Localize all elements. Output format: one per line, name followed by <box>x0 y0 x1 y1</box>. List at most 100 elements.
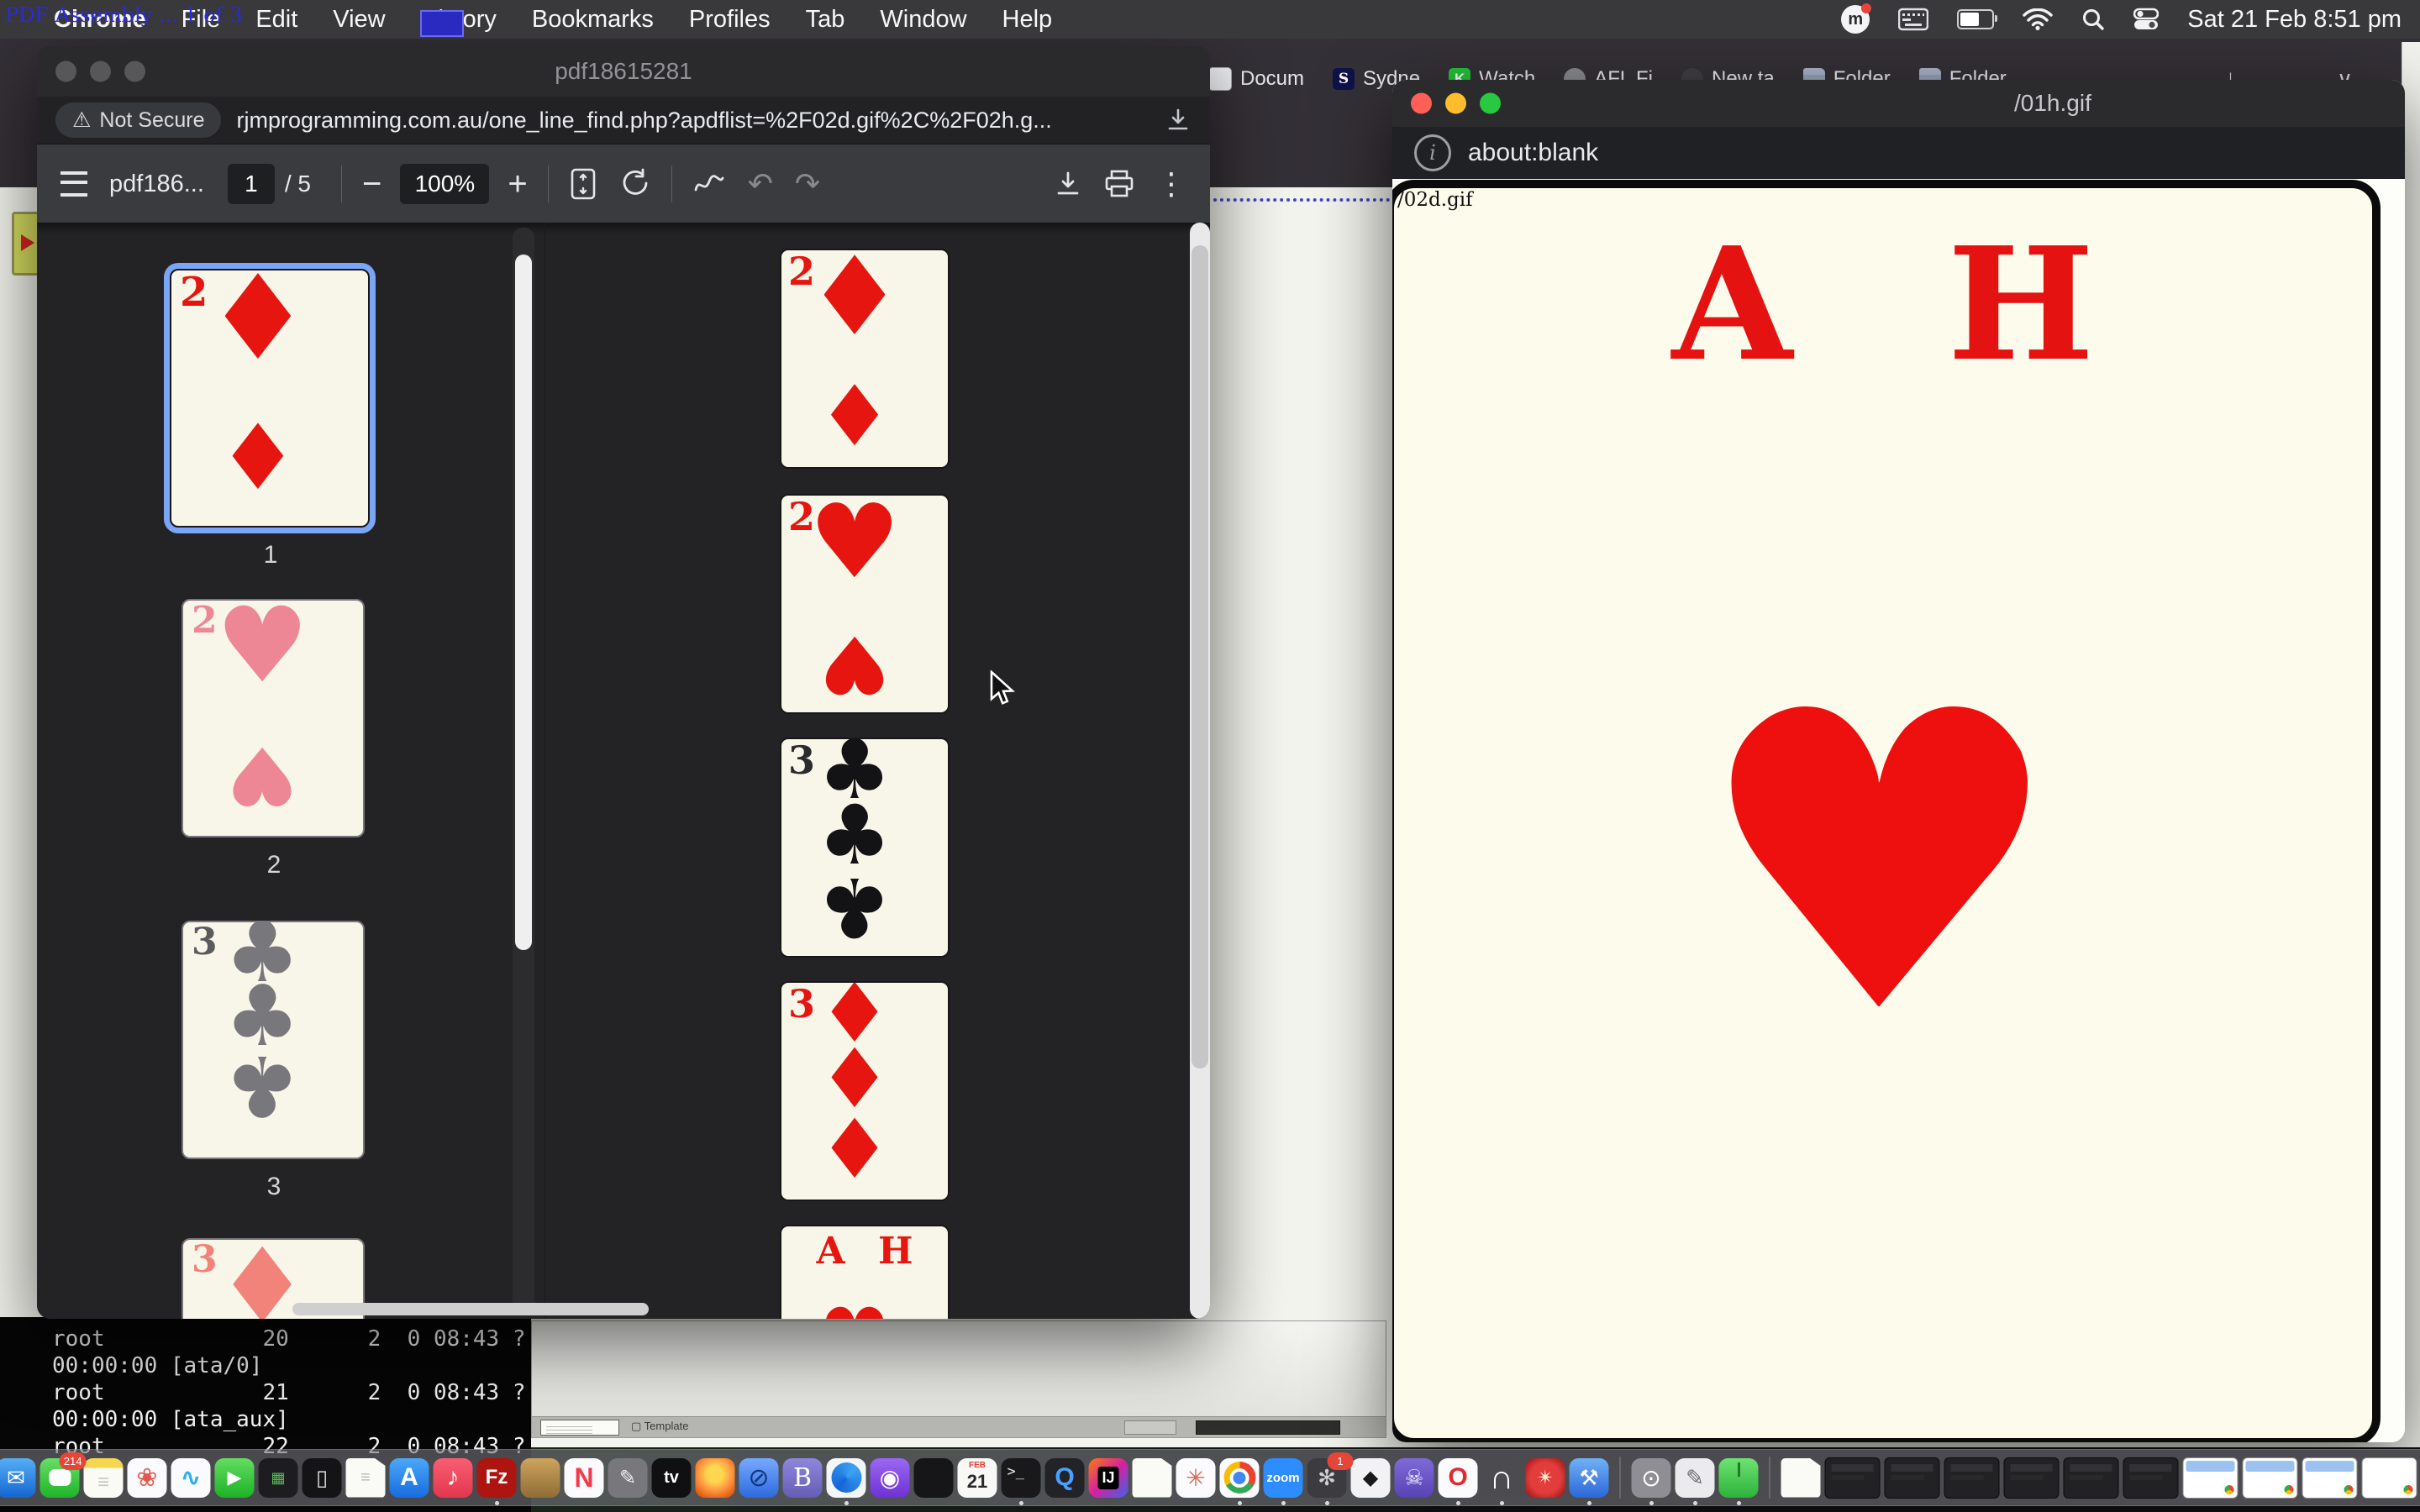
textedit[interactable]: ≡ <box>346 1458 386 1498</box>
archive-file[interactable] <box>1781 1458 1821 1498</box>
url-text[interactable]: about:blank <box>1468 139 1598 167</box>
notes[interactable]: ≡ <box>84 1458 124 1498</box>
app-store[interactable]: A <box>390 1458 429 1498</box>
app-blocked[interactable]: ⊘ <box>739 1458 779 1498</box>
firefox[interactable] <box>696 1458 735 1498</box>
undo-icon[interactable]: ↶ <box>748 166 773 202</box>
menubar-clock[interactable]: Sat 21 Feb 8:51 pm <box>2187 6 2402 34</box>
spotlight-search-icon[interactable] <box>2081 8 2105 31</box>
menu-item[interactable]: Window <box>880 6 966 34</box>
minimized-window[interactable] <box>2064 1457 2119 1499</box>
menu-item[interactable]: Edit <box>255 6 297 34</box>
menu-item[interactable]: Help <box>1002 6 1053 34</box>
menu-item[interactable]: View <box>333 6 385 34</box>
main-scrollbar-thumb[interactable] <box>1192 245 1208 1068</box>
print-icon[interactable] <box>1104 170 1134 198</box>
image-window-titlebar[interactable]: /01h.gif <box>1392 80 2405 127</box>
not-secure-badge[interactable]: ⚠ Not Secure <box>55 102 221 138</box>
fit-page-icon[interactable] <box>569 167 597 201</box>
minimized-window[interactable] <box>1944 1457 2000 1499</box>
utility-dark[interactable]: ▦ <box>259 1458 298 1498</box>
poker-app[interactable]: ✴ <box>1526 1458 1565 1498</box>
horizontal-scrollbar[interactable] <box>292 1303 649 1315</box>
minimized-window[interactable] <box>1825 1457 1881 1499</box>
pdf-thumbnail[interactable]: 3 ♣♣♣ 3 <box>182 921 366 1201</box>
pdf-thumbnail[interactable]: 2 ♦♦ 1 <box>170 269 371 570</box>
zoom-out-button[interactable]: − <box>362 167 381 201</box>
purple-app[interactable]: ☠ <box>1395 1458 1434 1498</box>
taskbar-button[interactable] <box>1124 1420 1176 1435</box>
iphone-mirroring[interactable]: ▯ <box>302 1458 342 1498</box>
battery-icon[interactable] <box>1957 9 1994 29</box>
zoom[interactable]: zoom <box>1264 1458 1303 1498</box>
download-pdf-icon[interactable] <box>1054 170 1082 198</box>
minimized-window[interactable] <box>2004 1457 2060 1499</box>
annotate-icon[interactable] <box>692 170 726 198</box>
mamp[interactable]: ∩ <box>1482 1458 1522 1498</box>
photos[interactable]: ❀ <box>128 1458 167 1498</box>
control-center-icon[interactable] <box>2133 8 2159 31</box>
stylus-notes[interactable]: ✎ <box>1676 1458 1715 1498</box>
more-options-icon[interactable]: ⋮ <box>1156 166 1186 202</box>
window-controls[interactable] <box>1411 93 1501 114</box>
taskbar-window-button[interactable] <box>540 1420 619 1436</box>
news[interactable]: N <box>565 1458 604 1498</box>
menu-icon[interactable] <box>60 171 87 197</box>
safari[interactable] <box>827 1458 866 1498</box>
menu-item[interactable]: Tab <box>806 6 845 34</box>
filezilla[interactable]: Fz <box>477 1458 517 1498</box>
intellij[interactable]: IJ <box>1089 1458 1128 1498</box>
minimized-window[interactable] <box>1885 1457 1940 1499</box>
apple-tv[interactable]: tv <box>652 1458 692 1498</box>
zoom-level[interactable]: 100% <box>400 164 489 204</box>
rotate-icon[interactable] <box>619 168 651 200</box>
paint[interactable]: ✳ <box>1176 1458 1216 1498</box>
messages[interactable]: 214 <box>40 1458 80 1498</box>
freeform[interactable]: ∿ <box>171 1458 211 1498</box>
minimized-chrome-window[interactable] <box>2362 1457 2417 1499</box>
page-number-input[interactable]: 1 <box>228 164 275 204</box>
inkscape[interactable]: ◆ <box>1351 1458 1391 1498</box>
download-icon[interactable] <box>1165 107 1192 134</box>
terminal[interactable]: >_ <box>1002 1458 1041 1498</box>
redo-icon[interactable]: ↷ <box>795 166 820 202</box>
menu-item[interactable]: Profiles <box>689 6 771 34</box>
pdf-window-titlebar[interactable]: pdf18615281 <box>37 46 1210 97</box>
wifi-icon[interactable] <box>2023 8 2053 30</box>
quicktime[interactable]: Q <box>1045 1458 1085 1498</box>
notification-app-icon[interactable]: m <box>1841 5 1870 34</box>
opera[interactable]: O <box>1439 1458 1478 1498</box>
system-settings[interactable]: ✻ 1 <box>1307 1458 1347 1498</box>
minimized-chrome-window[interactable] <box>2183 1457 2238 1499</box>
bbedit[interactable]: B <box>783 1458 823 1498</box>
document[interactable] <box>1133 1458 1172 1498</box>
taskbar-input[interactable] <box>1196 1420 1340 1435</box>
suit-pip: ♦ <box>218 413 299 504</box>
facetime[interactable]: ▶ <box>215 1458 255 1498</box>
pdf-thumbnail[interactable]: 2 ♥♥ 2 <box>182 599 366 879</box>
dark-app[interactable] <box>914 1458 954 1498</box>
xcode[interactable]: ⚒ <box>1570 1458 1609 1498</box>
chrome[interactable] <box>1220 1458 1260 1498</box>
keyboard-icon[interactable] <box>1898 8 1928 31</box>
window-controls[interactable] <box>55 61 145 82</box>
zoom-in-button[interactable]: + <box>508 167 527 201</box>
gimp[interactable]: ✎ <box>608 1458 648 1498</box>
music[interactable]: ♪ <box>434 1458 473 1498</box>
podcasts[interactable]: ◉ <box>871 1458 910 1498</box>
keynote-gold[interactable] <box>521 1458 560 1498</box>
minimized-chrome-window[interactable] <box>2302 1457 2358 1499</box>
taskbar-check-label[interactable]: ▢ Template <box>631 1420 688 1433</box>
sidebar-scrollbar-thumb[interactable] <box>515 255 532 950</box>
calendar[interactable]: FEB 21 <box>958 1458 997 1498</box>
minimized-chrome-window[interactable] <box>2243 1457 2298 1499</box>
menu-item[interactable]: Bookmarks <box>532 6 654 34</box>
mail[interactable]: ✉ <box>0 1458 36 1498</box>
url-text[interactable]: rjmprogramming.com.au/one_line_find.php?… <box>236 108 1165 134</box>
accessibility-tool[interactable]: ⊙ <box>1632 1458 1671 1498</box>
minimized-window[interactable] <box>2123 1457 2179 1499</box>
divider[interactable] <box>1620 1457 1621 1499</box>
green-mouse[interactable] <box>1719 1458 1759 1498</box>
info-icon[interactable]: i <box>1414 134 1451 171</box>
bookmark-item[interactable]: Docum <box>1208 67 1304 91</box>
